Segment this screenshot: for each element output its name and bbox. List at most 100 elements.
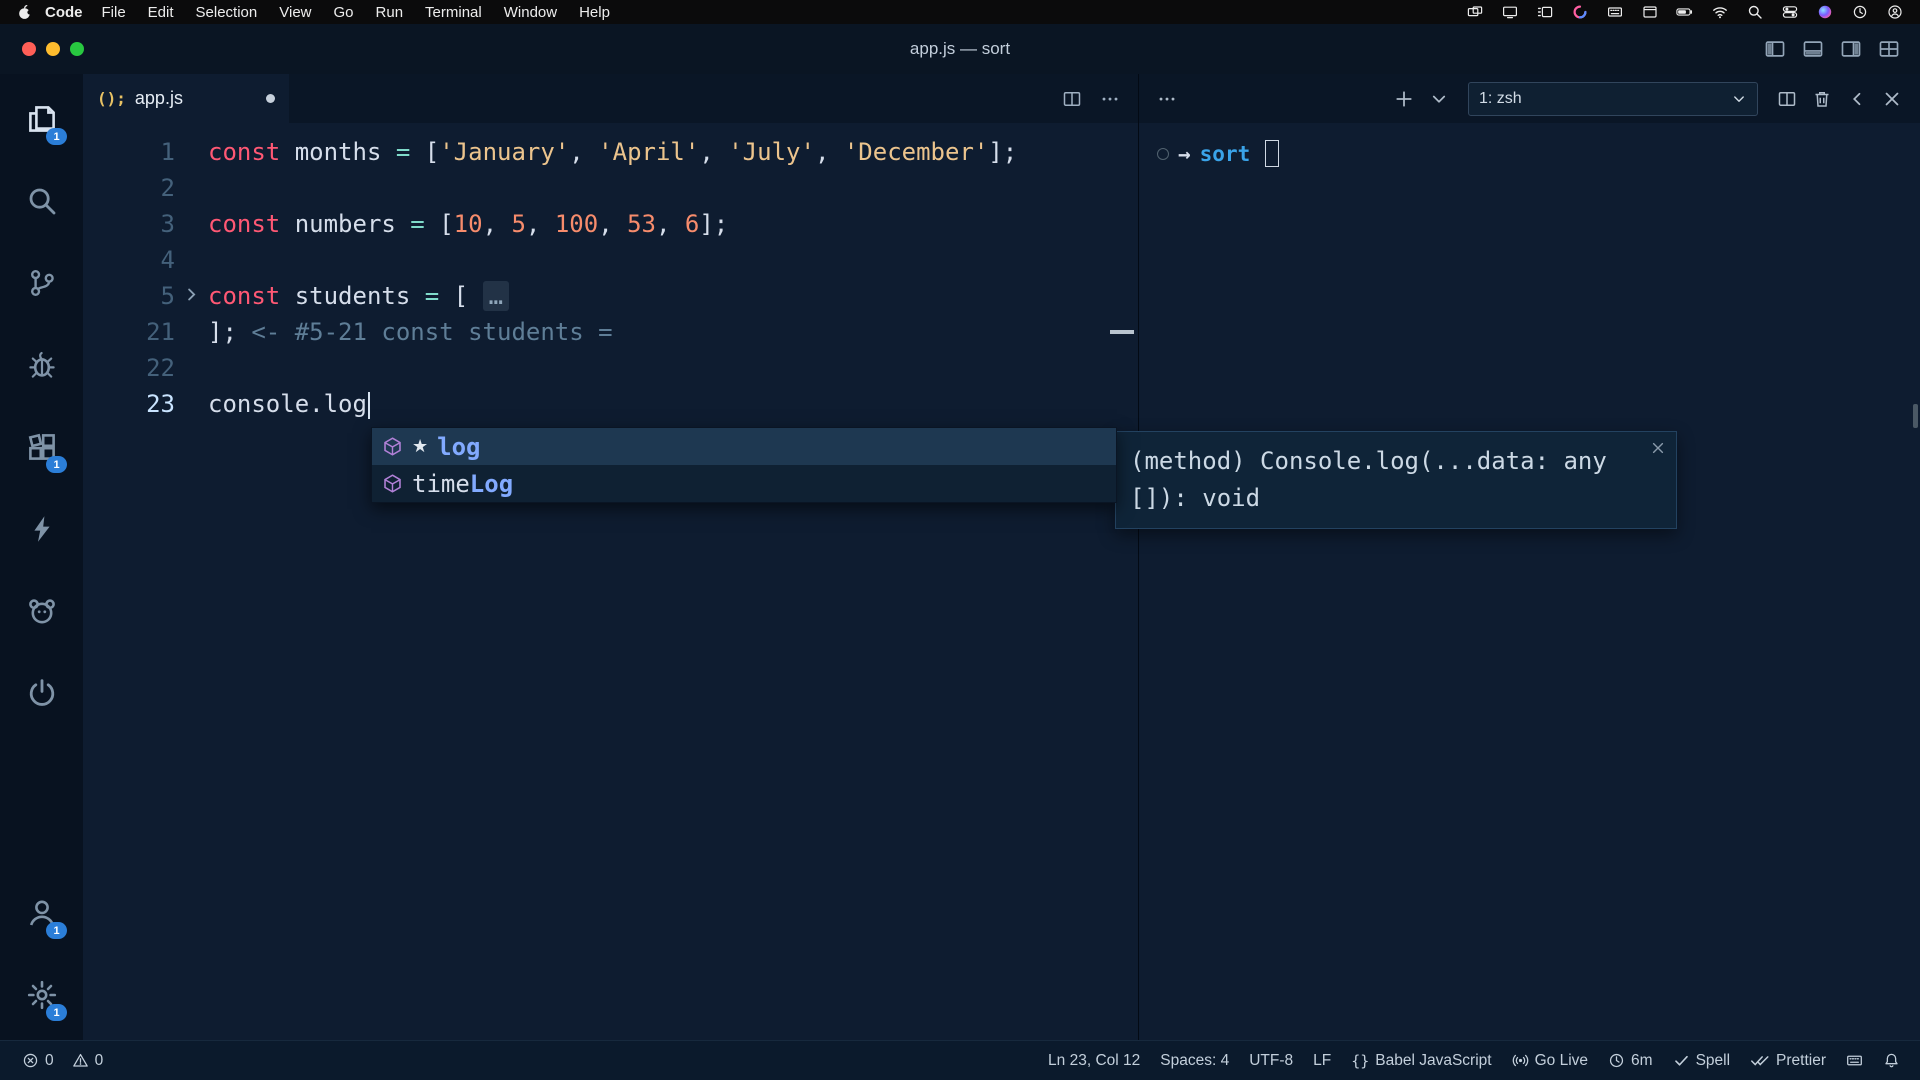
status-eol[interactable]: LF xyxy=(1303,1041,1341,1080)
stats-icon[interactable] xyxy=(1571,4,1589,20)
stage-manager-icon[interactable] xyxy=(1536,4,1554,20)
chevron-left-icon[interactable] xyxy=(1847,89,1867,109)
terminal-session-select[interactable]: 1: zsh xyxy=(1468,82,1758,116)
fold-column[interactable] xyxy=(175,278,208,314)
control-center-icon[interactable] xyxy=(1781,4,1799,20)
clock-icon-mac[interactable] xyxy=(1851,4,1869,20)
code-token: 6 xyxy=(685,210,699,238)
problems-indicator[interactable]: 0 0 xyxy=(12,1041,113,1080)
menu-selection[interactable]: Selection xyxy=(185,4,269,21)
app-menu[interactable]: Code xyxy=(45,4,83,21)
activity-lightning[interactable] xyxy=(0,488,83,570)
status-label: Babel JavaScript xyxy=(1375,1052,1491,1070)
activity-source-control[interactable] xyxy=(0,242,83,324)
screen-mirroring-icon[interactable] xyxy=(1466,4,1484,20)
window-zoom-button[interactable] xyxy=(70,42,84,56)
activity-gear[interactable]: 1 xyxy=(0,954,83,1036)
layout-grid-icon[interactable] xyxy=(1878,38,1900,60)
status-keyboard[interactable] xyxy=(1836,1041,1873,1080)
window-title: app.js — sort xyxy=(910,39,1010,59)
code-token: 5 xyxy=(511,210,525,238)
menu-edit[interactable]: Edit xyxy=(137,4,185,21)
status-go-live[interactable]: Go Live xyxy=(1502,1041,1598,1080)
code-token: . xyxy=(309,390,323,418)
status-prettier[interactable]: Prettier xyxy=(1740,1041,1836,1080)
command-decoration-circle[interactable] xyxy=(1157,148,1169,160)
terminal-cursor xyxy=(1265,140,1279,167)
line-number: 1 xyxy=(83,134,175,170)
code-token: ]; xyxy=(208,318,237,346)
split-editor-icon[interactable] xyxy=(1062,89,1082,109)
menu-go[interactable]: Go xyxy=(323,4,365,21)
suggestion-log[interactable]: ★log xyxy=(372,428,1116,465)
code-token: ]; xyxy=(699,210,728,238)
code-line-23: 23console.log xyxy=(83,386,1138,422)
spotlight-icon[interactable] xyxy=(1746,4,1764,20)
activity-debug[interactable] xyxy=(0,324,83,406)
code-editor[interactable]: 1const months = ['January', 'April', 'Ju… xyxy=(83,123,1138,1040)
display-icon[interactable] xyxy=(1501,4,1519,20)
activity-account[interactable]: 1 xyxy=(0,872,83,954)
terminal-scrollbar[interactable] xyxy=(1913,404,1918,428)
code-token: [ xyxy=(454,282,483,310)
split-icon[interactable] xyxy=(1777,89,1797,109)
layout-sidebar-right-icon[interactable] xyxy=(1840,38,1862,60)
window-icon[interactable] xyxy=(1641,4,1659,20)
layout-panel-icon[interactable] xyxy=(1802,38,1824,60)
status-encoding[interactable]: UTF-8 xyxy=(1239,1041,1303,1080)
keyboard-brightness-icon[interactable] xyxy=(1606,4,1624,20)
modified-indicator[interactable] xyxy=(266,94,275,103)
menu-run[interactable]: Run xyxy=(365,4,415,21)
activity-explorer[interactable]: 1 xyxy=(0,78,83,160)
terminal-more-actions-icon[interactable] xyxy=(1157,89,1177,109)
window-controls xyxy=(22,42,84,56)
apple-icon[interactable] xyxy=(16,4,33,21)
status-timer[interactable]: 6m xyxy=(1598,1041,1663,1080)
battery-icon[interactable] xyxy=(1676,4,1694,20)
line-number: 4 xyxy=(83,242,175,278)
wifi-icon[interactable] xyxy=(1711,4,1729,20)
prompt-cwd: sort xyxy=(1200,142,1251,166)
fold-column xyxy=(175,314,208,350)
menu-window[interactable]: Window xyxy=(493,4,568,21)
activity-extensions[interactable]: 1 xyxy=(0,406,83,488)
status-notifications[interactable] xyxy=(1873,1041,1910,1080)
status-cursor-position[interactable]: Ln 23, Col 12 xyxy=(1038,1041,1150,1080)
trash-icon[interactable] xyxy=(1812,89,1832,109)
status-spell[interactable]: Spell xyxy=(1663,1041,1740,1080)
menu-terminal[interactable]: Terminal xyxy=(414,4,493,21)
code-text: console.log xyxy=(208,386,370,422)
code-line-1: 1const months = ['January', 'April', 'Ju… xyxy=(83,134,1138,170)
broadcast-icon xyxy=(1512,1052,1529,1069)
siri-icon[interactable] xyxy=(1816,4,1834,20)
suggest-doc-text: (method) Console.log(...data: any[]): vo… xyxy=(1130,443,1607,517)
code-token: log xyxy=(324,390,367,418)
activity-power[interactable] xyxy=(0,652,83,734)
close-icon[interactable] xyxy=(1650,440,1666,456)
text-cursor xyxy=(368,392,371,419)
menu-view[interactable]: View xyxy=(268,4,322,21)
warning-count: 0 xyxy=(95,1052,104,1070)
activity-search[interactable] xyxy=(0,160,83,242)
tab-appjs[interactable]: (); app.js xyxy=(83,74,289,123)
close-icon[interactable] xyxy=(1882,89,1902,109)
code-token: = xyxy=(396,138,425,166)
window-close-button[interactable] xyxy=(22,42,36,56)
new-terminal-button[interactable] xyxy=(1394,89,1414,109)
fold-chevron-icon[interactable] xyxy=(182,278,201,314)
status-indentation[interactable]: Spaces: 4 xyxy=(1150,1041,1239,1080)
layout-sidebar-left-icon[interactable] xyxy=(1764,38,1786,60)
code-token: [ xyxy=(439,210,453,238)
code-text: const students = [ … xyxy=(208,278,509,314)
suggest-details: (method) Console.log(...data: any[]): vo… xyxy=(1115,431,1677,529)
menu-help[interactable]: Help xyxy=(568,4,621,21)
activity-bear[interactable] xyxy=(0,570,83,652)
more-icon[interactable] xyxy=(1100,89,1120,109)
user-switch-icon[interactable] xyxy=(1886,4,1904,20)
terminal-content[interactable]: → sort xyxy=(1139,123,1920,1040)
terminal-profile-chevron-icon[interactable] xyxy=(1429,89,1449,109)
suggestion-timeLog[interactable]: timeLog xyxy=(372,465,1116,502)
status-language-mode[interactable]: {}Babel JavaScript xyxy=(1341,1041,1501,1080)
menu-file[interactable]: File xyxy=(91,4,137,21)
window-minimize-button[interactable] xyxy=(46,42,60,56)
